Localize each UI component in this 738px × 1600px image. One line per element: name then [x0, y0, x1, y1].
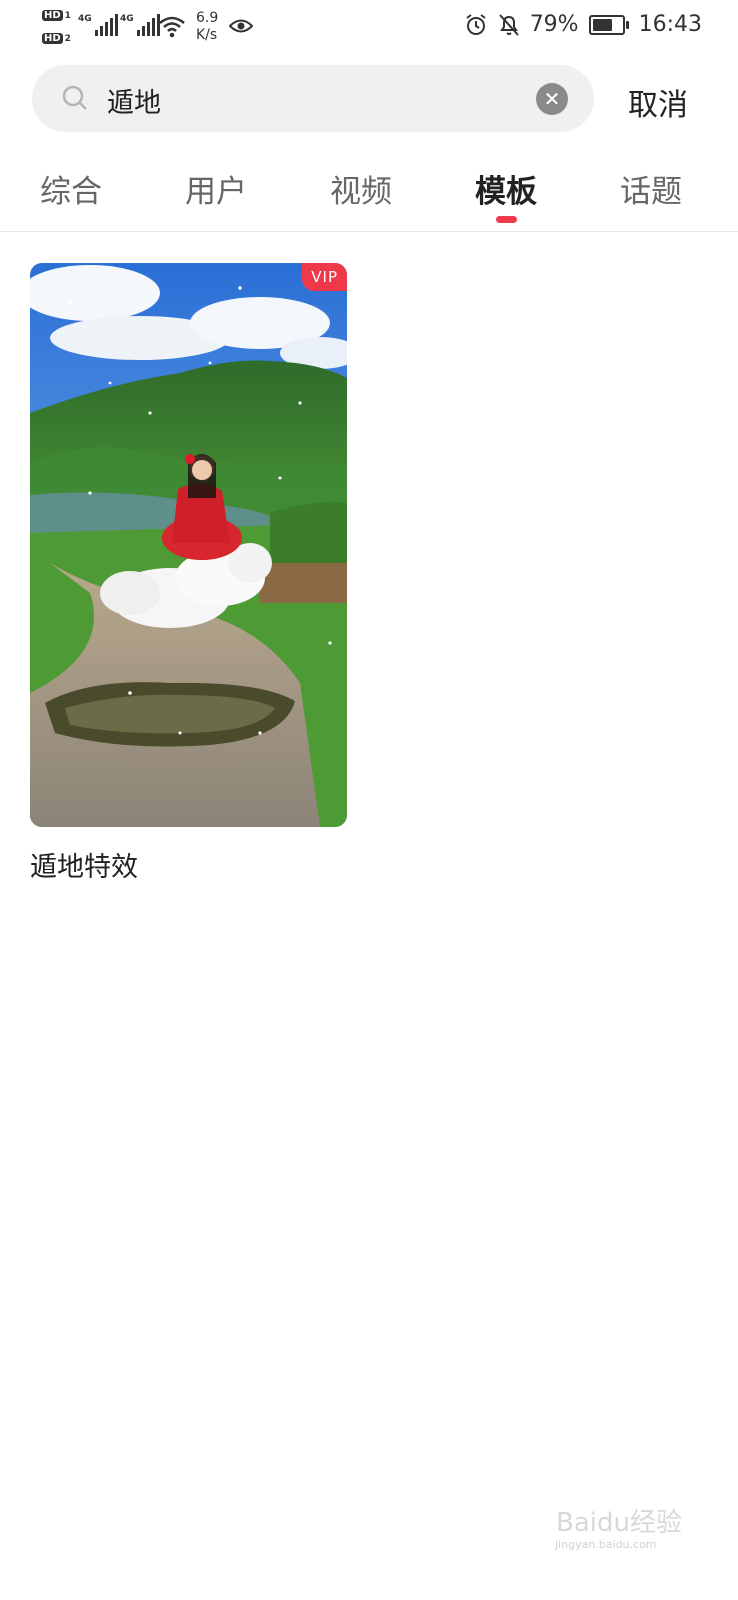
search-icon: [62, 85, 87, 110]
template-card[interactable]: VIP: [30, 263, 347, 827]
signal-icon-1: 4G: [78, 14, 118, 36]
tab-videos[interactable]: 视频: [330, 166, 392, 211]
vip-badge: VIP: [302, 263, 347, 291]
status-bar: HD 1 HD 2 4G 4G 6.9 K/s 79% 16:43: [0, 0, 738, 56]
battery-percent: 79%: [529, 12, 579, 37]
search-tabs: 综合 用户 视频 模板 话题: [0, 160, 738, 232]
clear-icon[interactable]: ✕: [536, 83, 568, 115]
status-right: 79% 16:43: [464, 12, 702, 37]
watermark-logo: Baidu经验: [556, 1508, 682, 1538]
tab-users[interactable]: 用户: [185, 166, 247, 211]
tab-templates[interactable]: 模板: [475, 166, 537, 211]
hd-indicator-2: HD 2: [42, 33, 71, 44]
template-title[interactable]: 遁地特效: [30, 845, 138, 884]
eye-icon: [229, 19, 253, 33]
battery-icon: [588, 14, 629, 35]
clock: 16:43: [638, 12, 702, 37]
template-thumbnail: [30, 263, 347, 827]
alarm-icon: [466, 13, 486, 35]
wifi-icon: [159, 16, 185, 38]
network-speed: 6.9 K/s: [196, 10, 219, 43]
active-tab-indicator: [496, 216, 517, 223]
tab-all[interactable]: 综合: [40, 166, 102, 211]
search-input[interactable]: 遁地 ✕: [32, 65, 594, 132]
tab-topics[interactable]: 话题: [620, 166, 682, 211]
search-query: 遁地: [107, 88, 161, 119]
mute-bell-icon: [498, 13, 519, 36]
cancel-button[interactable]: 取消: [628, 80, 688, 124]
divider: [0, 231, 738, 232]
signal-icon-2: 4G: [120, 14, 160, 36]
hd-indicator-1: HD 1: [42, 10, 71, 21]
watermark-url: jingyan.baidu.com: [555, 1538, 657, 1551]
